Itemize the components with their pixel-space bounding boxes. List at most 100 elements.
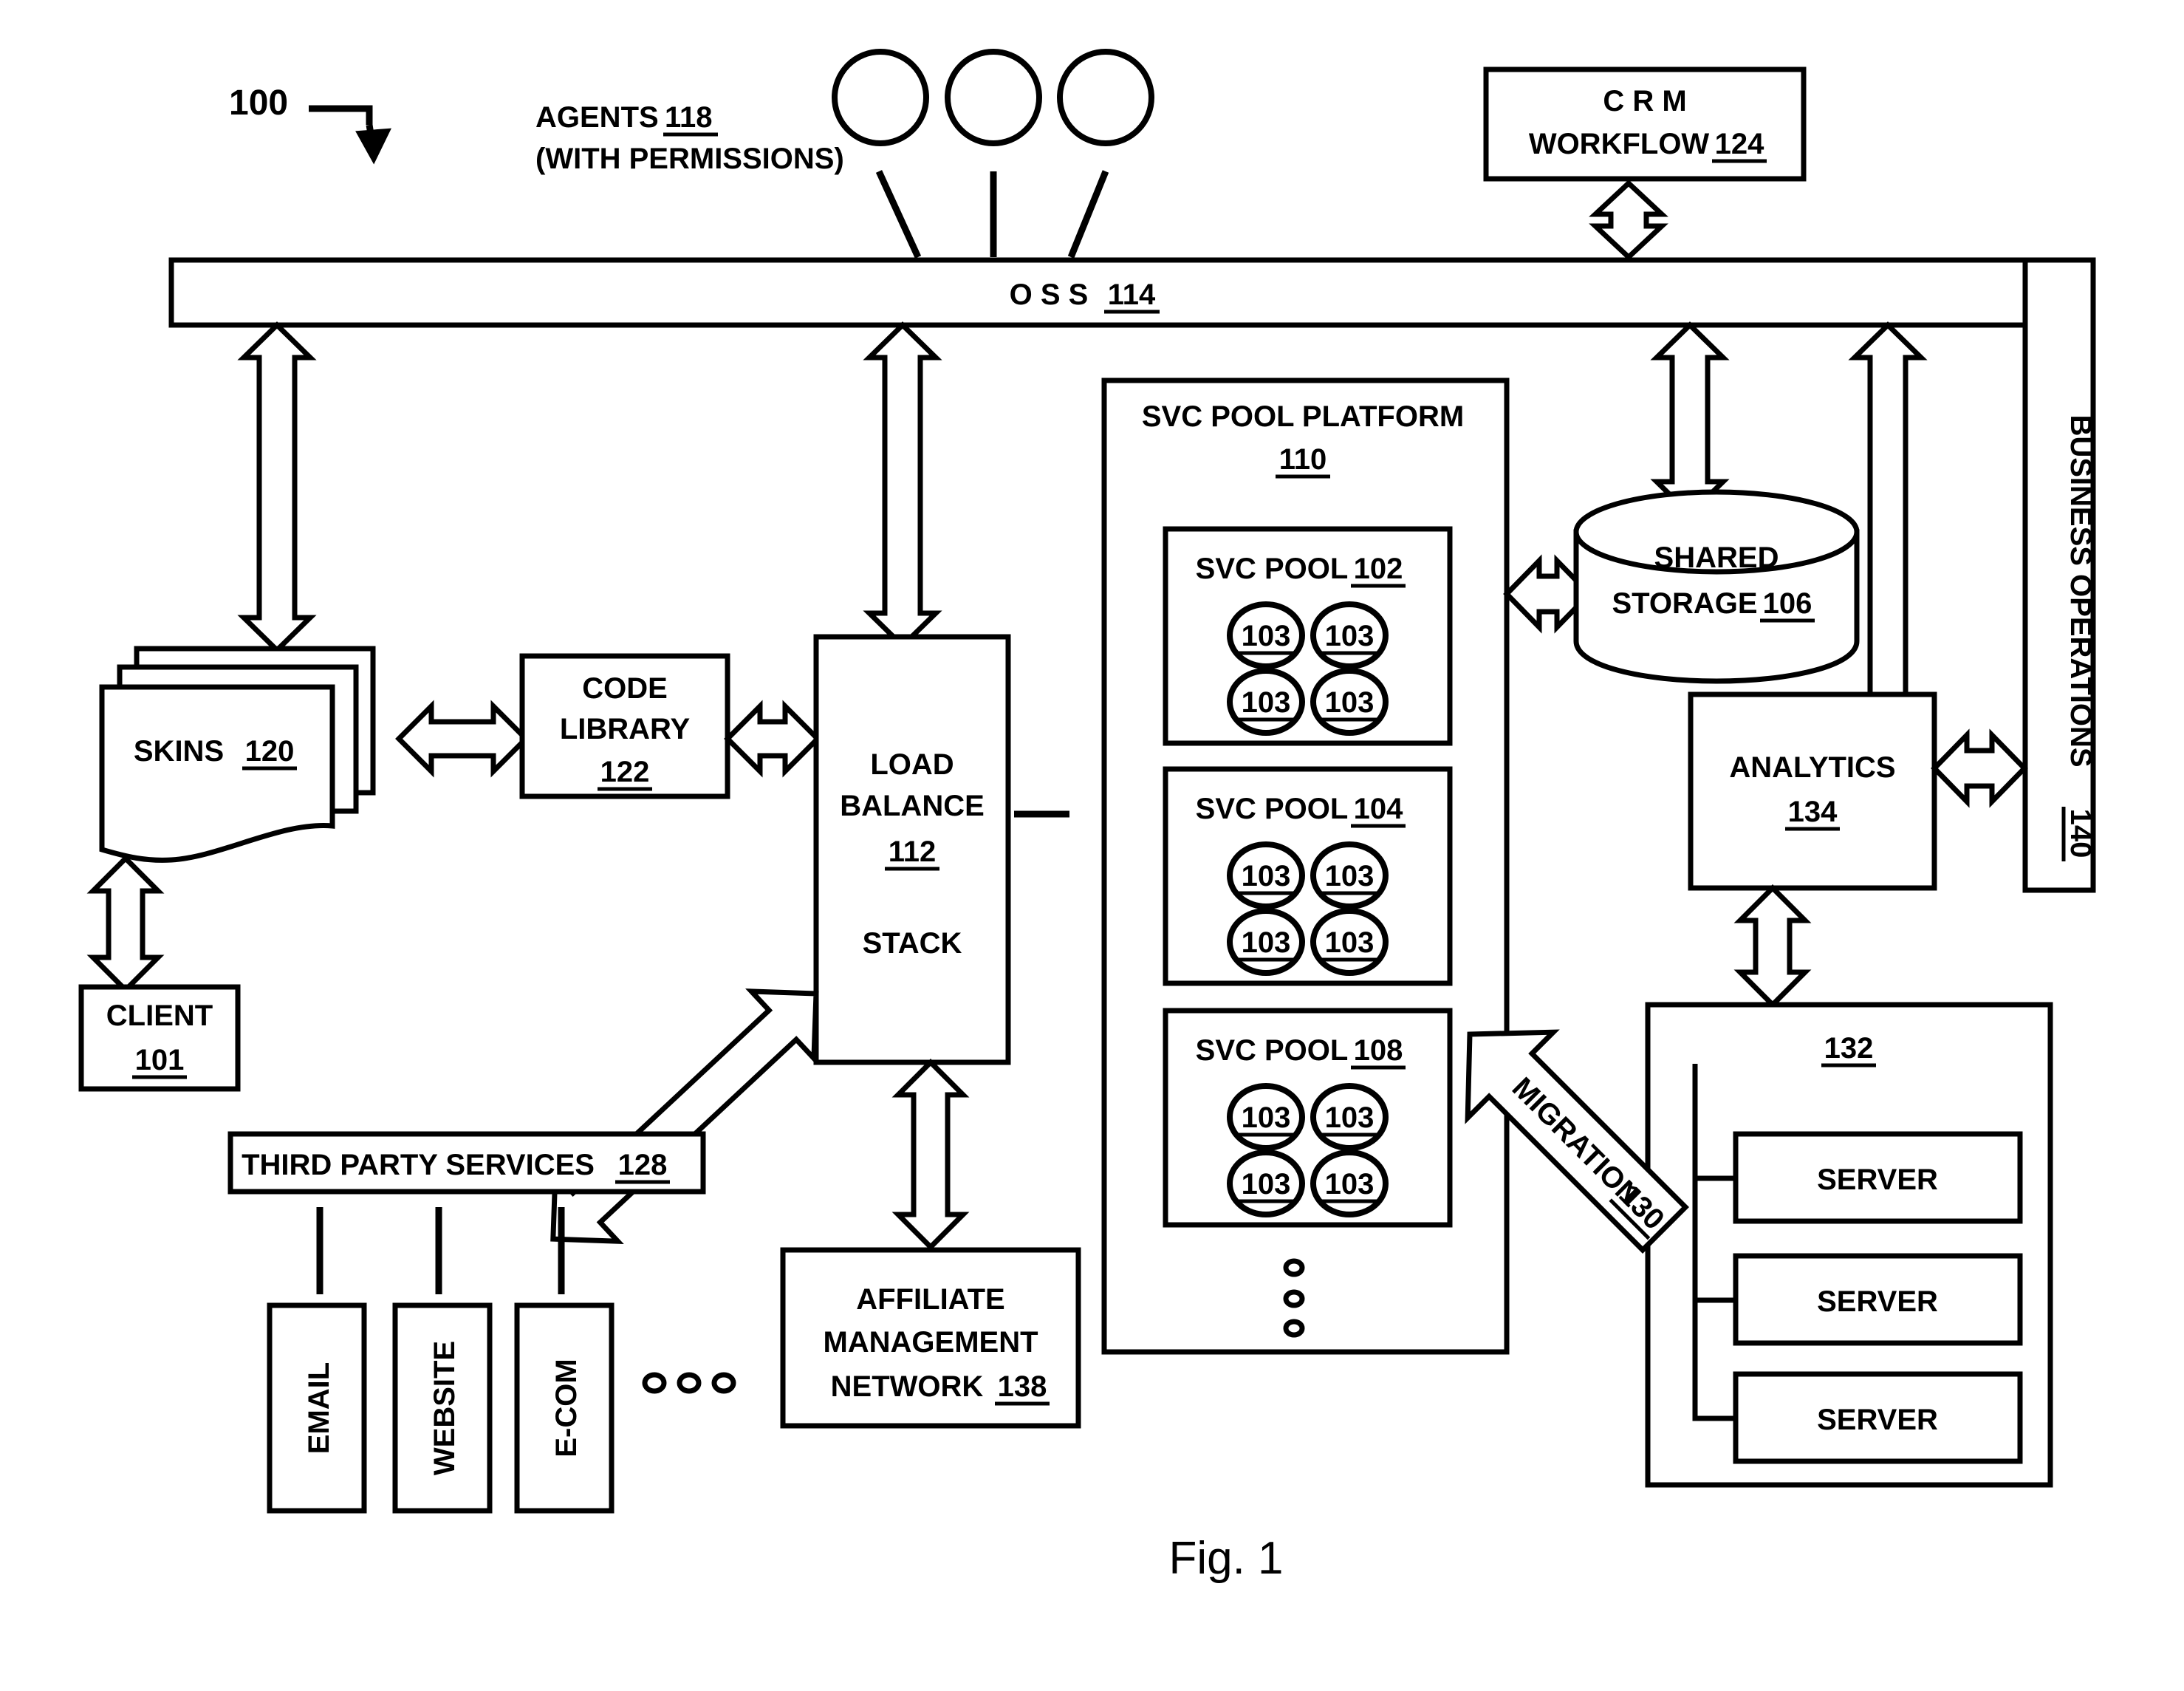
pool-node-ref: 103 [1325,1168,1375,1200]
agent-connector [875,170,922,259]
server-label: SERVER [1817,1164,1938,1196]
pool-node-ref: 103 [1242,926,1291,959]
skins-stack[interactable]: SKINS 120 [99,646,376,863]
pool-node: 103 [1310,668,1389,736]
affiliate-line1: AFFILIATE [856,1283,1004,1316]
server-box[interactable]: SERVER [1733,1253,2023,1346]
pool-node: 103 [1227,1149,1305,1217]
shared-storage-line1: SHARED [1654,542,1779,574]
skins-page-front [99,684,335,863]
affiliate-network-box[interactable]: AFFILIATE MANAGEMENT NETWORK 138 [780,1247,1081,1429]
svc-pool-104[interactable]: SVC POOL 104 103 103 103 103 [1163,766,1453,986]
oss-rect [168,257,2028,328]
client-box[interactable]: CLIENT 101 [78,984,241,1092]
server-cluster-ref: 132 [1824,1032,1874,1065]
crm-workflow-box[interactable]: C R M WORKFLOW 124 [1483,66,1807,182]
diagram-canvas: 100 AGENTS 118 (WITH PERMISSIONS) C R M … [78,49,2097,1584]
pool-node: 103 [1227,668,1305,736]
pool-node: 103 [1310,1083,1389,1151]
shared-storage-line2: STORAGE [1612,587,1757,620]
third-party-label: THIRD PARTY SERVICES [242,1149,595,1181]
svc-pool-platform-ref: 110 [1279,443,1327,476]
third-party-child-email[interactable]: EMAIL [267,1302,367,1514]
third-party-services-box[interactable]: THIRD PARTY SERVICES 128 [227,1131,706,1294]
pool-node-ref: 103 [1242,1101,1291,1134]
crm-workflow-line1: C R M [1603,85,1686,117]
client-label: CLIENT [106,1000,213,1032]
crm-workflow-ref: 124 [1715,128,1764,160]
oss-label: O S S [1010,279,1089,311]
pool-node-ref: 103 [1242,1168,1291,1200]
skins-ref: 120 [245,735,295,768]
analytics-rect [1688,691,1937,891]
ecom-label: E-COM [550,1359,583,1457]
code-library-ref: 122 [600,756,650,788]
skins-label: SKINS [134,735,224,768]
load-balance-line1: LOAD [870,748,954,781]
code-library-box[interactable]: CODE LIBRARY 122 [519,653,730,799]
arrow-skins-client [86,855,165,994]
load-balance-line2: BALANCE [840,790,985,822]
affiliate-ref: 138 [998,1370,1047,1403]
svc-pool-ref: 108 [1354,1034,1403,1067]
oss-bar[interactable]: O S S 114 [168,257,2028,328]
pool-node: 103 [1310,908,1389,976]
server-box[interactable]: SERVER [1733,1131,2023,1224]
agent-icon [945,49,1042,146]
third-party-ref: 128 [618,1149,668,1181]
patent-figure: 100 AGENTS 118 (WITH PERMISSIONS) C R M … [0,0,2184,1691]
server-label: SERVER [1817,1404,1938,1436]
server-cluster-box[interactable]: 132 SERVER SERVER SERVER [1645,1002,2053,1488]
analytics-ref: 134 [1788,796,1838,828]
agent-icons-group [832,49,1154,259]
svc-pool-platform-label: SVC POOL PLATFORM [1142,400,1464,433]
pool-node: 103 [1310,841,1389,909]
business-operations-label: BUSINESS OPERATIONS [2064,414,2097,767]
analytics-label: ANALYTICS [1729,751,1895,784]
pool-node: 103 [1310,1149,1389,1217]
svc-pool-ref: 102 [1354,553,1403,585]
agents-label: AGENTS [535,101,659,134]
agents-note: (WITH PERMISSIONS) [535,143,844,175]
server-label: SERVER [1817,1285,1938,1318]
svc-pool-108[interactable]: SVC POOL 108 103 103 103 103 [1163,1008,1453,1228]
server-box[interactable]: SERVER [1733,1371,2023,1464]
oss-ref: 114 [1108,279,1156,311]
pool-node-ref: 103 [1242,860,1291,892]
arrow-codelibrary-loadbalance [724,700,821,778]
shared-storage-cylinder[interactable]: SHARED STORAGE 106 [1573,489,1860,684]
pool-node-ref: 103 [1242,620,1291,652]
agent-connector [1067,170,1109,259]
figure-caption: Fig. 1 [1168,1533,1283,1584]
pool-node-ref: 103 [1325,686,1375,719]
svc-pool-102[interactable]: SVC POOL 102 103 103 103 103 [1163,526,1453,746]
pool-node-ref: 103 [1325,620,1375,652]
load-balance-ref: 112 [889,836,937,868]
svc-pool-label: SVC POOL [1196,1034,1349,1067]
business-operations-ref: 140 [2064,809,2097,858]
agent-icon [1057,49,1154,146]
code-library-line1: CODE [582,672,668,705]
pool-more-ellipsis-icon [1283,1258,1305,1338]
analytics-box[interactable]: ANALYTICS 134 [1688,691,1937,891]
arrow-crm-oss [1589,180,1668,261]
pool-node: 103 [1310,601,1389,669]
crm-workflow-line2: WORKFLOW [1529,128,1710,160]
pool-node: 103 [1227,908,1305,976]
third-party-child-ecom[interactable]: E-COM [514,1302,615,1514]
svc-pool-platform[interactable]: SVC POOL PLATFORM 110 SVC POOL 102 103 1… [1101,378,1510,1355]
affiliate-line3: NETWORK [831,1370,984,1403]
shared-storage-ref: 106 [1763,587,1812,620]
client-ref: 101 [135,1044,185,1076]
arrow-oss-sharedstorage [1650,321,1730,518]
third-party-child-website[interactable]: WEBSITE [392,1302,493,1514]
load-balance-box[interactable]: LOAD BALANCE 112 STACK [813,634,1011,1065]
pool-node: 103 [1227,601,1305,669]
pool-node: 103 [1227,841,1305,909]
business-operations-box[interactable]: BUSINESS OPERATIONS 140 [2022,257,2097,893]
agents-ref: 118 [665,101,713,134]
arrow-skins-codelibrary [395,700,530,778]
system-number-label: 100 [229,83,288,123]
svc-pool-ref: 104 [1354,793,1403,825]
email-label: EMAIL [303,1362,335,1454]
